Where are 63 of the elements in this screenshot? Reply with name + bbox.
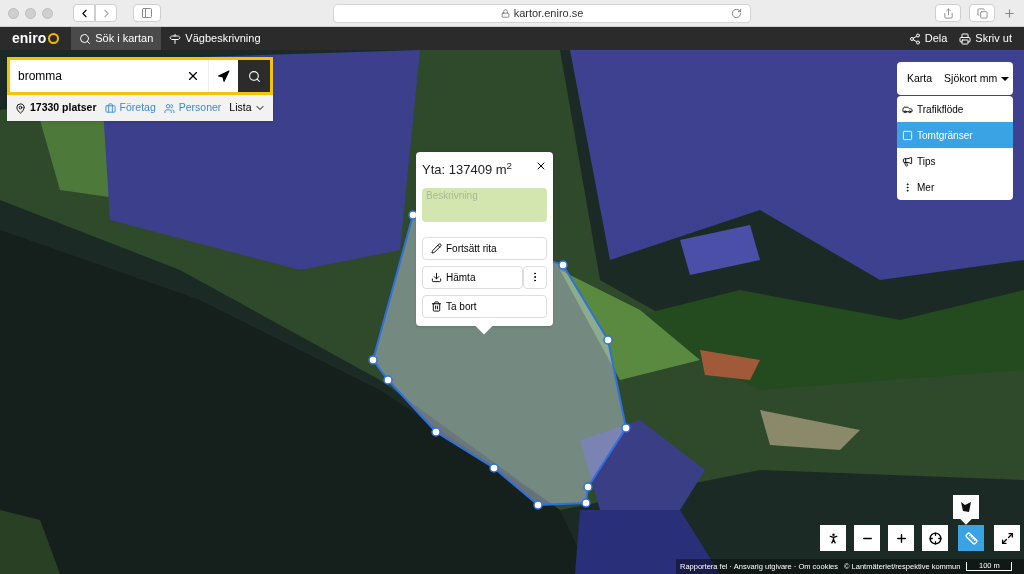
nav-tab[interactable]: Sök i kartan [71, 27, 162, 50]
share-icon [942, 7, 954, 19]
fullscreen-icon [1000, 531, 1014, 545]
window-control-icon[interactable] [25, 7, 36, 19]
window-control-icon[interactable] [8, 7, 19, 19]
tabs-icon [976, 7, 988, 19]
close-icon [535, 160, 547, 172]
crosshair-icon [928, 531, 942, 545]
new-tab-icon[interactable] [1003, 6, 1016, 20]
tabs-button[interactable] [969, 4, 995, 22]
search-field[interactable]: bromma [10, 60, 178, 92]
ruler-icon [964, 531, 978, 545]
layer-item[interactable]: Tips [897, 148, 1013, 174]
nav-tab[interactable]: Vägbeskrivning [161, 27, 269, 50]
zoom-in-icon [894, 531, 908, 545]
zoom-in-button[interactable] [888, 525, 914, 551]
print-link[interactable]: Skriv ut [959, 30, 1012, 47]
people-icon [163, 102, 175, 114]
results-count: 17330 platser [15, 100, 97, 116]
locate-button[interactable] [922, 525, 948, 551]
close-icon [186, 69, 200, 83]
search-box[interactable]: bromma [7, 57, 273, 95]
address-bar[interactable]: kartor.eniro.se [333, 3, 751, 23]
polygon-shape-icon [960, 501, 972, 513]
sidebar-button[interactable] [133, 4, 161, 22]
navigation-icon [217, 69, 230, 83]
logo-icon [48, 33, 60, 44]
close-button[interactable] [535, 160, 547, 172]
search-icon [79, 32, 92, 45]
popup-title: Yta: 137409 m$^{2}$ [422, 160, 512, 179]
fullscreen-button[interactable] [994, 525, 1020, 551]
printer-icon [959, 32, 972, 45]
search-button[interactable] [238, 60, 270, 92]
share-icon [908, 32, 921, 45]
sidebar-icon [141, 7, 153, 19]
share-link[interactable]: Dela [908, 30, 948, 47]
list-dropdown[interactable]: Lista [229, 100, 266, 116]
briefcase-icon [104, 102, 116, 114]
search-icon [247, 69, 261, 83]
map-type-button[interactable]: Sjökort mm [942, 62, 1012, 95]
megaphone-icon [902, 155, 913, 167]
popup-action-button[interactable]: Hämta [422, 265, 523, 289]
download-icon [431, 271, 442, 283]
popup-action-button[interactable]: Ta bort [422, 294, 547, 318]
popup-action-button[interactable]: Fortsätt rita [422, 236, 547, 260]
caret-icon [1001, 76, 1010, 81]
lock-icon [500, 8, 510, 18]
pin-icon [15, 102, 26, 114]
url-text: kartor.eniro.se [513, 5, 584, 21]
measure-button[interactable] [958, 525, 984, 551]
logo[interactable]: eniro [0, 28, 72, 49]
window-control-icon[interactable] [42, 7, 53, 19]
layer-item[interactable]: Mer [897, 174, 1013, 200]
signpost-icon [169, 32, 182, 45]
layer-item[interactable]: Trafikflöde [897, 96, 1013, 122]
zoom-out-button[interactable] [854, 525, 880, 551]
reload-icon [731, 7, 742, 19]
trash-icon [431, 300, 442, 312]
back-button[interactable] [73, 4, 95, 22]
map-type-button[interactable]: Karta [897, 62, 943, 95]
person-button[interactable] [820, 525, 846, 551]
pencil-icon [431, 242, 442, 254]
share-button[interactable] [935, 4, 961, 22]
